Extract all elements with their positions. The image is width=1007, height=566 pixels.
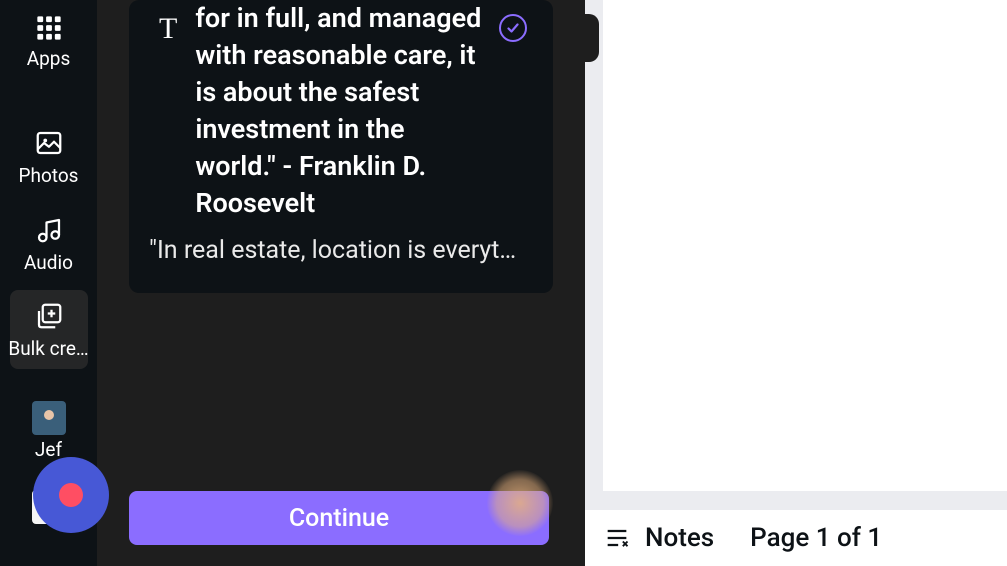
text-data-card[interactable]: T for in full, and managed with reasonab…: [129, 0, 553, 293]
sidebar-item-photos[interactable]: Photos: [10, 117, 88, 196]
record-dot-icon: [59, 483, 83, 507]
avatar-icon: [32, 401, 66, 435]
notes-button[interactable]: Notes: [603, 523, 714, 553]
quote-text: for in full, and managed with reasonable…: [195, 0, 523, 222]
bottom-bar: Notes Page 1 of 1: [585, 510, 1007, 566]
side-panel: T for in full, and managed with reasonab…: [97, 0, 585, 566]
sidebar-label-apps: Apps: [27, 48, 71, 71]
panel-collapse-tab[interactable]: [585, 14, 599, 62]
continue-label: Continue: [289, 504, 389, 533]
selected-check-icon: [499, 14, 527, 42]
sidebar-label-photos: Photos: [19, 165, 79, 188]
page-indicator[interactable]: Page 1 of 1: [750, 523, 882, 553]
canvas-page[interactable]: [603, 0, 1007, 491]
notes-label: Notes: [645, 523, 714, 553]
record-button[interactable]: [33, 457, 109, 533]
sidebar-label-bulk-create: Bulk cre…: [8, 338, 88, 361]
photos-icon: [34, 125, 64, 161]
canvas-area: Notes Page 1 of 1: [585, 0, 1007, 566]
bulk-create-icon: [34, 298, 64, 334]
sidebar-item-apps[interactable]: Apps: [10, 0, 88, 79]
notes-icon: [603, 524, 631, 552]
card-subtext: "In real estate, location is everything.…: [149, 236, 523, 265]
continue-button[interactable]: Continue: [129, 491, 549, 545]
sidebar-item-bulk-create[interactable]: Bulk cre…: [10, 290, 88, 369]
sidebar-item-audio[interactable]: Audio: [10, 204, 88, 283]
text-icon: T: [159, 12, 177, 45]
sidebar-label-audio: Audio: [24, 252, 73, 275]
apps-icon: [35, 10, 63, 46]
audio-icon: [34, 212, 64, 248]
